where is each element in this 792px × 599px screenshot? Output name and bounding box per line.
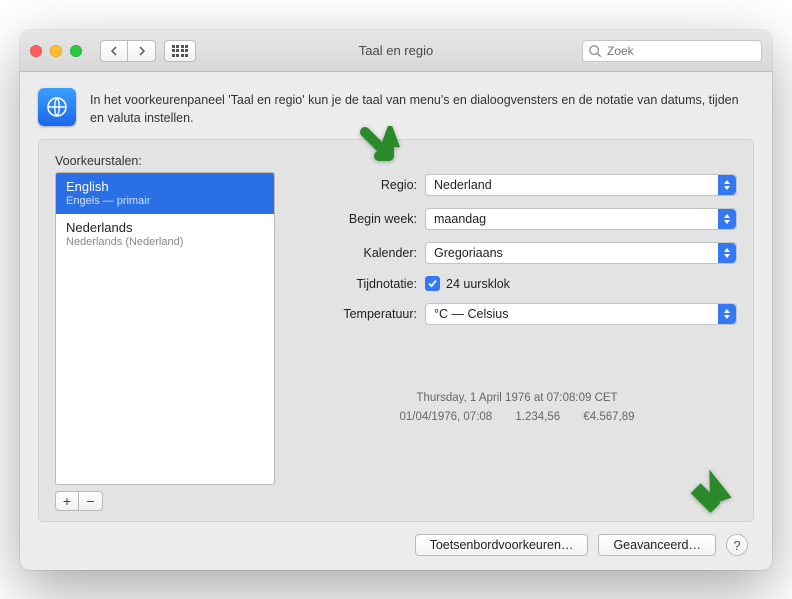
example-date: 01/04/1976, 07:08 [399,411,492,423]
forward-button[interactable] [128,40,156,62]
region-label: Regio: [297,178,417,192]
add-language-button[interactable]: + [55,491,79,511]
calendar-label: Kalender: [297,246,417,260]
chevron-left-icon [110,46,118,56]
example-line2: 01/04/1976, 07:08 1.234,56 €4.567,89 [297,408,737,426]
languages-column: Voorkeurstalen: English Engels — primair… [55,154,275,511]
nav-buttons [100,40,156,62]
firstday-select[interactable]: maandag [425,208,737,230]
intro: In het voorkeurenpaneel 'Taal en regio' … [38,88,754,127]
calendar-select[interactable]: Gregoriaans [425,242,737,264]
show-all-button[interactable] [164,40,196,62]
languages-label: Voorkeurstalen: [55,154,275,168]
language-secondary: Engels — primair [66,195,264,207]
select-arrows-icon [718,304,736,324]
24hour-label: 24 uursklok [446,277,510,291]
preferences-window: Taal en regio In het voorkeurenpaneel 'T… [20,30,772,570]
footer: Toetsenbordvoorkeuren… Geavanceerd… ? [38,522,754,556]
timeformat-checkbox-row: 24 uursklok [425,276,737,291]
firstday-label: Begin week: [297,212,417,226]
keyboard-preferences-button[interactable]: Toetsenbordvoorkeuren… [415,534,589,556]
temperature-value: °C — Celsius [434,307,508,321]
region-select[interactable]: Nederland [425,174,737,196]
temperature-select[interactable]: °C — Celsius [425,303,737,325]
advanced-button[interactable]: Geavanceerd… [598,534,716,556]
maximize-button[interactable] [70,45,82,57]
help-button[interactable]: ? [726,534,748,556]
temperature-label: Temperatuur: [297,307,417,321]
select-arrows-icon [718,243,736,263]
languages-listbox[interactable]: English Engels — primair Nederlands Nede… [55,172,275,485]
select-arrows-icon [718,209,736,229]
back-button[interactable] [100,40,128,62]
firstday-row: Begin week: maandag [297,208,737,230]
24hour-checkbox[interactable] [425,276,440,291]
search-input[interactable] [582,40,762,62]
remove-language-button[interactable]: − [79,491,103,511]
timeformat-row: Tijdnotatie: 24 uursklok [297,276,737,291]
firstday-value: maandag [434,212,486,226]
calendar-row: Kalender: Gregoriaans [297,242,737,264]
annotation-arrow-top [359,126,407,179]
settings-column: Regio: Nederland Begin week: maandag Kal… [297,154,737,511]
traffic-lights [30,45,82,57]
grid-icon [172,45,189,57]
calendar-value: Gregoriaans [434,246,503,260]
language-primary: English [66,179,264,194]
globe-icon [38,88,76,126]
intro-text: In het voorkeurenpaneel 'Taal en regio' … [90,88,754,127]
temperature-row: Temperatuur: °C — Celsius [297,303,737,325]
close-button[interactable] [30,45,42,57]
timeformat-label: Tijdnotatie: [297,277,417,291]
example-line1: Thursday, 1 April 1976 at 07:08:09 CET [297,389,737,407]
example-number: 1.234,56 [515,411,560,423]
language-item-nederlands[interactable]: Nederlands Nederlands (Nederland) [56,214,274,255]
search-wrap [582,40,762,62]
language-item-english[interactable]: English Engels — primair [56,173,274,214]
format-example: Thursday, 1 April 1976 at 07:08:09 CET 0… [297,389,737,426]
region-value: Nederland [434,178,492,192]
annotation-arrow-bottom [691,468,747,529]
check-icon [427,278,438,289]
content: In het voorkeurenpaneel 'Taal en regio' … [20,72,772,570]
language-primary: Nederlands [66,220,264,235]
search-icon [588,44,602,58]
chevron-right-icon [138,46,146,56]
settings-panel: Voorkeurstalen: English Engels — primair… [38,139,754,522]
minimize-button[interactable] [50,45,62,57]
select-arrows-icon [718,175,736,195]
titlebar: Taal en regio [20,30,772,72]
language-secondary: Nederlands (Nederland) [66,236,264,248]
example-currency: €4.567,89 [583,411,634,423]
add-remove-controls: + − [55,491,275,511]
